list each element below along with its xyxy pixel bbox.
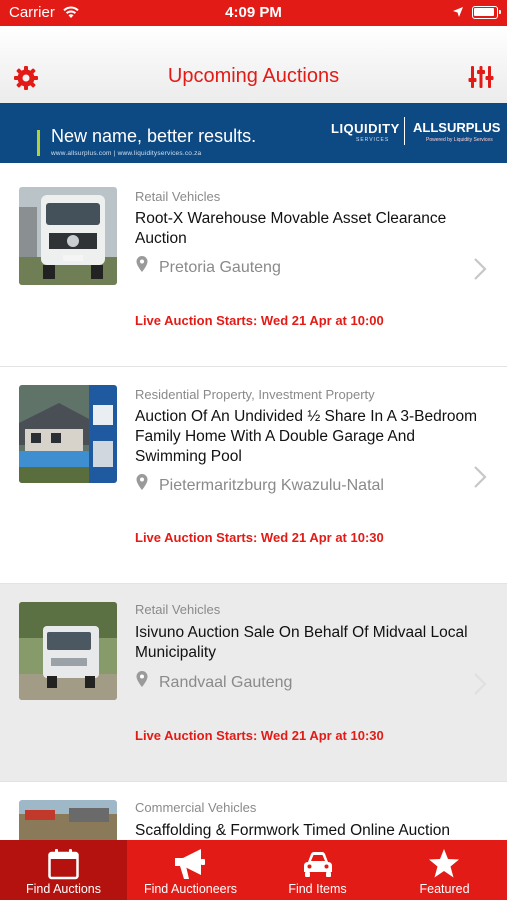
auction-card[interactable]: Residential Property, Investment Propert… [0, 367, 507, 584]
banner-divider [404, 117, 405, 145]
calendar-icon [48, 849, 79, 880]
liquidity-logo: LIQUIDITY [331, 121, 400, 136]
auction-start-time: Live Auction Starts: Wed 21 Apr at 10:00 [135, 313, 384, 328]
auction-title[interactable]: Isivuno Auction Sale On Behalf Of Midvaa… [135, 623, 480, 663]
clock: 4:09 PM [225, 4, 282, 21]
banner-accent-bar [37, 130, 40, 156]
auction-card-selected[interactable]: Retail Vehicles Isivuno Auction Sale On … [0, 584, 507, 782]
tab-find-auctioneers[interactable]: Find Auctioneers [127, 840, 254, 900]
auction-card[interactable]: Retail Vehicles Root-X Warehouse Movable… [0, 163, 507, 367]
auction-category: Residential Property, Investment Propert… [135, 387, 375, 402]
megaphone-icon [175, 849, 205, 879]
location-arrow-icon [453, 7, 463, 17]
auction-location: Pietermaritzburg Kwazulu-Natal [159, 477, 384, 494]
tab-label: Find Items [288, 882, 347, 896]
promo-banner[interactable]: New name, better results. www.allsurplus… [0, 103, 507, 163]
auction-title[interactable]: Scaffolding & Formwork Timed Online Auct… [135, 821, 480, 840]
allsurplus-logo-sub: Powered by Liquidity Services [426, 137, 493, 143]
chevron-right-icon[interactable] [473, 672, 487, 696]
auction-thumbnail-scaffolding [19, 800, 117, 840]
chevron-right-icon[interactable] [473, 257, 487, 281]
auction-list[interactable]: Retail Vehicles Root-X Warehouse Movable… [0, 163, 507, 840]
battery-icon [472, 6, 501, 19]
auction-title[interactable]: Auction Of An Undivided ½ Share In A 3-B… [135, 407, 480, 467]
auction-thumbnail-truck [19, 187, 117, 285]
location-pin-icon [136, 256, 148, 272]
auction-category: Retail Vehicles [135, 189, 221, 204]
banner-tagline: New name, better results. [51, 126, 257, 146]
nav-bar: Upcoming Auctions [0, 26, 507, 103]
filter-sliders-icon[interactable] [468, 64, 494, 90]
auction-title[interactable]: Root-X Warehouse Movable Asset Clearance… [135, 209, 480, 249]
star-icon [429, 849, 459, 878]
page-title: Upcoming Auctions [167, 65, 340, 87]
tab-bar: Find Auctions Find Auctioneers Find Item… [0, 840, 507, 900]
location-pin-icon [136, 671, 148, 687]
liquidity-logo-sub: SERVICES [356, 137, 390, 143]
auction-thumbnail-van [19, 602, 117, 700]
auction-start-time: Live Auction Starts: Wed 21 Apr at 10:30 [135, 530, 384, 545]
tab-label: Find Auctions [25, 882, 102, 896]
banner-urls: www.allsurplus.com | www.liquidityservic… [51, 150, 202, 157]
auction-category: Retail Vehicles [135, 602, 221, 617]
car-icon [304, 852, 332, 877]
auction-thumbnail-house [19, 385, 117, 483]
tab-label: Featured [419, 882, 470, 896]
status-bar: Carrier 4:09 PM [0, 0, 507, 26]
auction-start-time: Live Auction Starts: Wed 21 Apr at 10:30 [135, 728, 384, 743]
allsurplus-logo: ALLSURPLUS [413, 120, 501, 135]
auction-category: Commercial Vehicles [135, 800, 257, 815]
auction-card[interactable]: Commercial Vehicles Scaffolding & Formwo… [0, 782, 507, 840]
tab-label: Find Auctioneers [143, 882, 238, 896]
chevron-right-icon[interactable] [473, 465, 487, 489]
tab-find-auctions[interactable]: Find Auctions [0, 840, 127, 900]
auction-location: Pretoria Gauteng [159, 259, 281, 276]
tab-find-items[interactable]: Find Items [254, 840, 381, 900]
tab-featured[interactable]: Featured [381, 840, 507, 900]
auction-location: Randvaal Gauteng [159, 674, 293, 691]
location-pin-icon [136, 474, 148, 490]
